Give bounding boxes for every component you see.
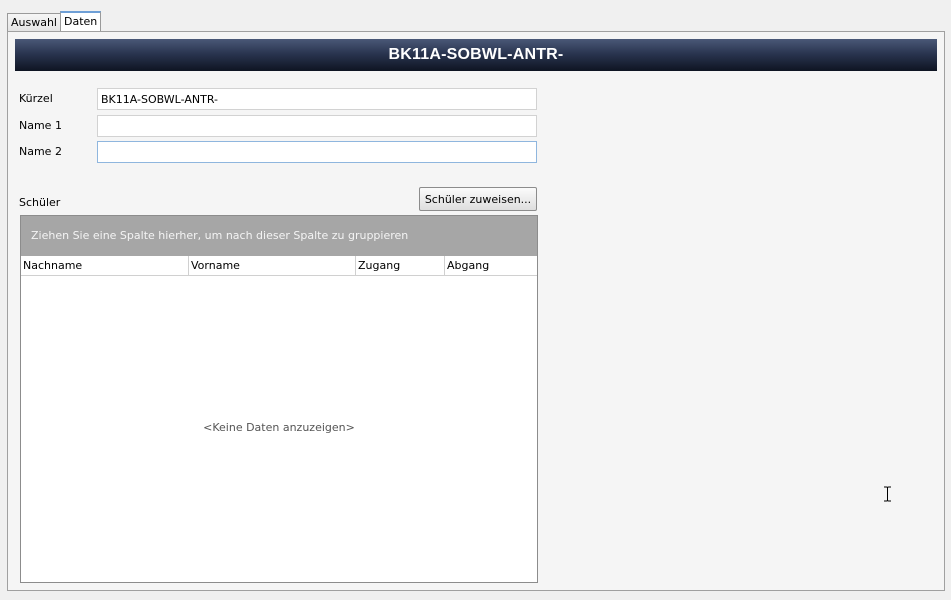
column-header-nachname[interactable]: Nachname: [21, 256, 189, 275]
assign-students-button[interactable]: Schüler zuweisen...: [419, 187, 537, 211]
grid-header: Nachname Vorname Zugang Abgang: [21, 256, 537, 276]
tab-strip: Auswahl Daten: [7, 11, 102, 31]
page-title: BK11A-SOBWL-ANTR-: [15, 39, 937, 71]
students-section-label: Schüler: [19, 196, 61, 209]
group-by-panel[interactable]: Ziehen Sie eine Spalte hierher, um nach …: [21, 216, 537, 256]
students-grid[interactable]: Ziehen Sie eine Spalte hierher, um nach …: [20, 215, 538, 583]
kuerzel-label: Kürzel: [19, 92, 53, 105]
details-panel: BK11A-SOBWL-ANTR- Kürzel Name 1 Name 2 S…: [7, 31, 945, 591]
kuerzel-field[interactable]: [97, 88, 537, 110]
tab-daten[interactable]: Daten: [60, 11, 102, 31]
empty-grid-message: <Keine Daten anzuzeigen>: [203, 421, 355, 434]
name1-label: Name 1: [19, 119, 62, 132]
name2-label: Name 2: [19, 145, 62, 158]
name1-field[interactable]: [97, 115, 537, 137]
column-header-vorname[interactable]: Vorname: [189, 256, 356, 275]
window: Auswahl Daten BK11A-SOBWL-ANTR- Kürzel N…: [0, 0, 951, 600]
column-header-zugang[interactable]: Zugang: [356, 256, 445, 275]
tab-auswahl[interactable]: Auswahl: [7, 13, 61, 31]
name2-field[interactable]: [97, 141, 537, 163]
column-header-abgang[interactable]: Abgang: [445, 256, 537, 275]
text-cursor-icon: [884, 486, 891, 502]
